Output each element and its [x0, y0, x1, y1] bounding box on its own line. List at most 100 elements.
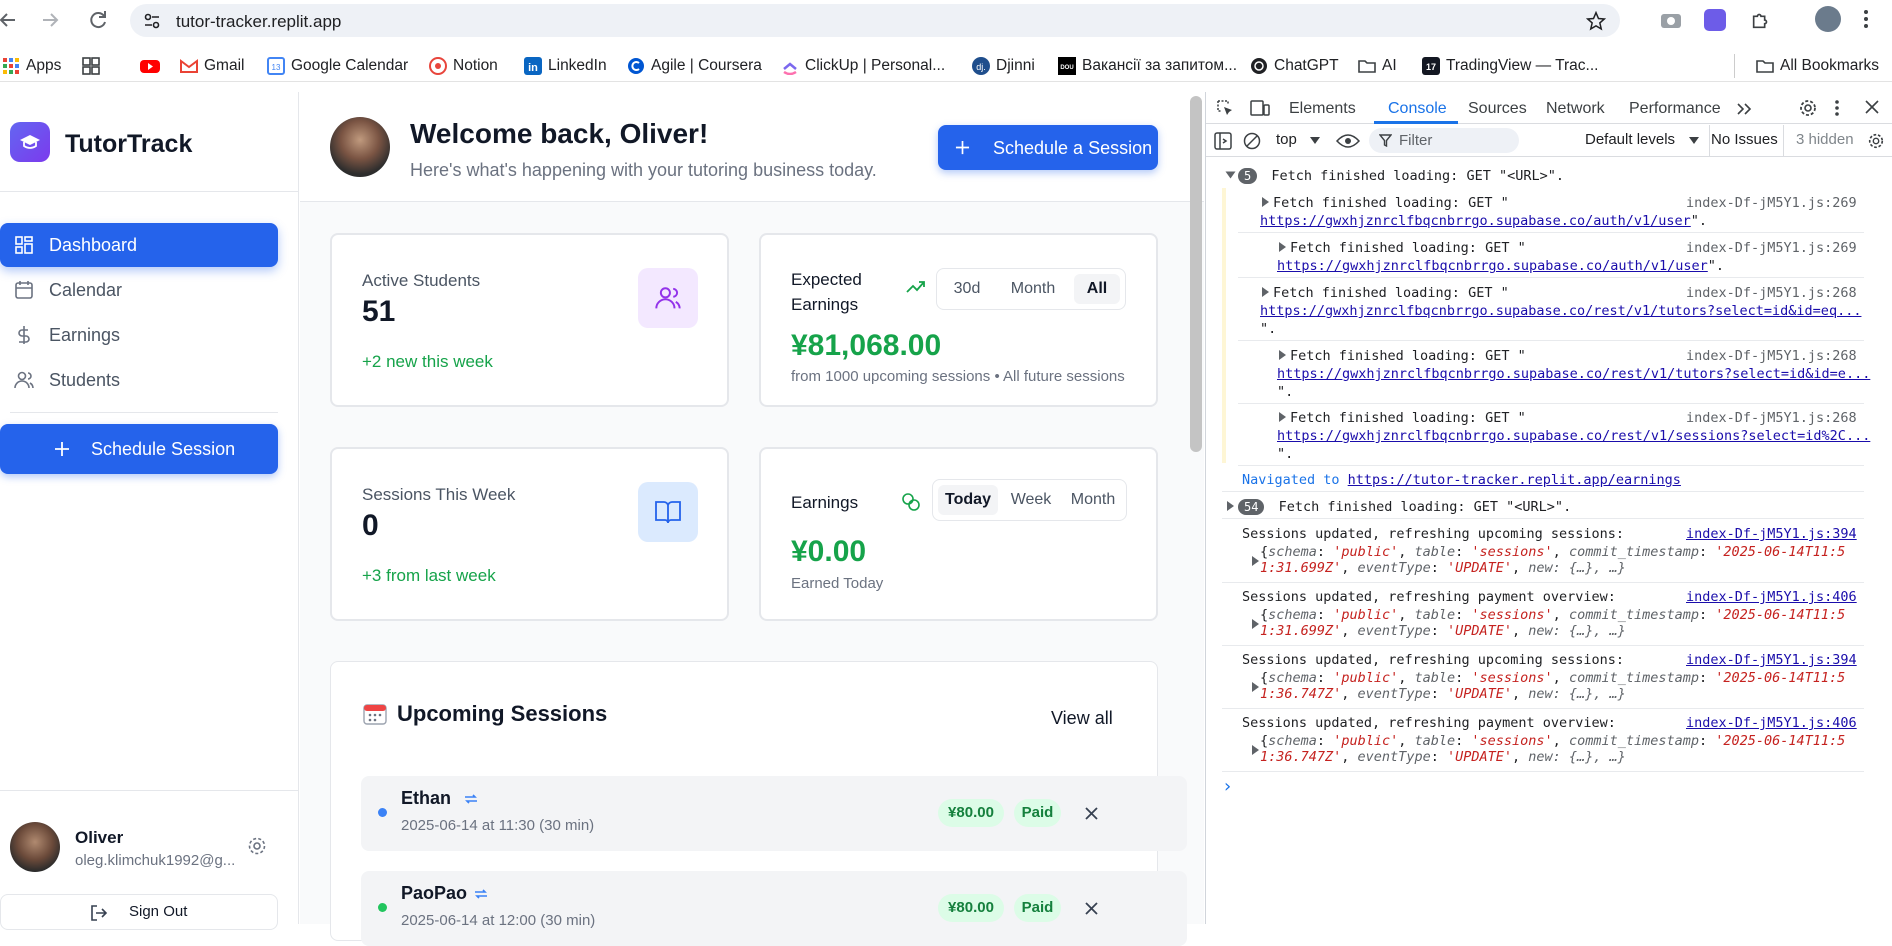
live-expression-eye-icon[interactable] — [1336, 133, 1360, 149]
console-settings-gear-icon[interactable] — [1867, 132, 1885, 150]
reload-icon[interactable] — [86, 8, 110, 32]
source-link[interactable]: index-Df-jM5Y1.js:394 — [1686, 526, 1857, 542]
tab-console[interactable]: Console — [1388, 100, 1447, 118]
source-link[interactable]: index-Df-jM5Y1.js:268 — [1686, 410, 1857, 426]
console-prompt[interactable]: › — [1222, 776, 1233, 797]
range-30d[interactable]: 30d — [942, 274, 992, 304]
source-link[interactable]: index-Df-jM5Y1.js:269 — [1686, 195, 1857, 211]
bookmark-tab-groups[interactable] — [82, 56, 104, 76]
object-preview[interactable]: {schema: 'public', table: 'sessions', co… — [1252, 607, 1845, 639]
sidebar-item-dashboard[interactable]: Dashboard — [0, 223, 278, 267]
expand-arrow-icon — [1279, 242, 1286, 252]
sidebar-item-calendar[interactable]: Calendar — [0, 268, 278, 312]
console-message[interactable]: Fetch finished loading: GET " — [1279, 410, 1526, 426]
close-icon[interactable] — [1084, 901, 1099, 916]
tab-network[interactable]: Network — [1546, 100, 1605, 118]
app-logo[interactable] — [10, 122, 50, 162]
camera-icon[interactable] — [1660, 10, 1682, 30]
context-select[interactable]: top — [1276, 131, 1324, 151]
console-message[interactable]: Fetch finished loading: GET " — [1262, 195, 1509, 211]
source-link[interactable]: index-Df-jM5Y1.js:394 — [1686, 652, 1857, 668]
range-all[interactable]: All — [1074, 274, 1120, 304]
bookmark-notion[interactable]: Notion — [429, 56, 509, 76]
object-preview[interactable]: {schema: 'public', table: 'sessions', co… — [1252, 733, 1845, 765]
tab-performance[interactable]: Performance — [1629, 100, 1721, 118]
close-icon[interactable] — [1865, 100, 1879, 114]
schedule-session-button[interactable]: Schedule Session — [0, 424, 278, 474]
profile-avatar[interactable] — [1815, 6, 1841, 32]
address-bar[interactable]: tutor-tracker.replit.app — [130, 4, 1620, 37]
close-icon[interactable] — [1084, 806, 1099, 821]
session-row[interactable]: Ethan 2025-06-14 at 11:30 (30 min) ¥80.0… — [361, 776, 1187, 851]
log-levels-select[interactable]: Default levels — [1585, 131, 1699, 148]
object-preview[interactable]: {schema: 'public', table: 'sessions', co… — [1252, 670, 1845, 702]
request-url-link[interactable]: https://gwxhjznrclfbqcnbrrgo.supabase.co… — [1260, 303, 1861, 319]
source-link[interactable]: index-Df-jM5Y1.js:406 — [1686, 715, 1857, 731]
issues-counter[interactable]: No Issues — [1711, 131, 1778, 148]
page-scrollbar[interactable] — [1190, 96, 1202, 452]
bookmark-apps[interactable]: Apps — [2, 56, 72, 76]
inspect-element-icon[interactable] — [1216, 99, 1234, 117]
device-toolbar-icon[interactable] — [1250, 99, 1270, 117]
bookmark-dou[interactable]: DOU Вакансії за запитом... — [1058, 56, 1238, 76]
request-url-link[interactable]: https://gwxhjznrclfbqcnbrrgo.supabase.co… — [1260, 213, 1691, 229]
row-separator — [1222, 582, 1864, 583]
extensions-puzzle-icon[interactable] — [1750, 9, 1772, 31]
sidebar-item-earnings[interactable]: Earnings — [0, 313, 278, 357]
browser-menu-icon[interactable] — [1862, 8, 1870, 30]
source-link[interactable]: index-Df-jM5Y1.js:268 — [1686, 285, 1857, 301]
tab-sources[interactable]: Sources — [1468, 100, 1527, 118]
source-link[interactable]: index-Df-jM5Y1.js:269 — [1686, 240, 1857, 256]
main-content: Welcome back, Oliver! Here's what's happ… — [300, 92, 1204, 946]
devtools-menu-icon[interactable] — [1834, 98, 1840, 118]
view-all-link[interactable]: View all — [1051, 708, 1113, 729]
bookmark-chatgpt[interactable]: ChatGPT — [1250, 56, 1350, 76]
row-separator — [1238, 277, 1864, 278]
range-week[interactable]: Week — [1001, 485, 1061, 515]
console-filter-input[interactable]: Filter — [1369, 128, 1519, 153]
forward-icon[interactable] — [38, 8, 62, 32]
sign-out-button[interactable]: Sign Out — [0, 894, 278, 930]
more-tabs-icon[interactable] — [1736, 102, 1752, 116]
sidebar-item-students[interactable]: Students — [0, 358, 278, 402]
site-info-icon[interactable] — [142, 11, 162, 31]
bookmark-djinni[interactable]: dj. Djinni — [972, 56, 1042, 76]
source-link[interactable]: index-Df-jM5Y1.js:268 — [1686, 348, 1857, 364]
url-text[interactable]: tutor-tracker.replit.app — [176, 12, 341, 32]
bookmark-coursera[interactable]: Agile | Coursera — [627, 56, 767, 76]
request-url-link[interactable]: https://gwxhjznrclfbqcnbrrgo.supabase.co… — [1277, 428, 1870, 444]
range-month[interactable]: Month — [997, 274, 1069, 304]
sidebar-toggle-icon[interactable] — [1214, 132, 1232, 150]
request-url-link[interactable]: https://gwxhjznrclfbqcnbrrgo.supabase.co… — [1277, 258, 1708, 274]
bookmark-folder-ai[interactable]: AI — [1358, 56, 1408, 76]
bookmark-youtube[interactable] — [140, 56, 162, 76]
navigated-url-link[interactable]: https://tutor-tracker.replit.app/earning… — [1348, 472, 1681, 488]
settings-gear-icon[interactable] — [247, 836, 267, 856]
bookmark-linkedin[interactable]: in LinkedIn — [524, 56, 614, 76]
session-row[interactable]: PaoPao 2025-06-14 at 12:00 (30 min) ¥80.… — [361, 871, 1187, 946]
bookmark-clickup[interactable]: ClickUp | Personal... — [781, 56, 945, 76]
tab-elements[interactable]: Elements — [1289, 100, 1356, 118]
bookmark-tradingview[interactable]: 17 TradingView — Trac... — [1422, 56, 1602, 76]
console-message[interactable]: Fetch finished loading: GET " — [1279, 240, 1526, 256]
extension-icon[interactable] — [1704, 9, 1726, 31]
request-url-link[interactable]: https://gwxhjznrclfbqcnbrrgo.supabase.co… — [1277, 366, 1870, 382]
console-message[interactable]: Fetch finished loading: GET " — [1262, 285, 1509, 301]
user-name: Oliver — [75, 828, 124, 847]
console-group-message[interactable]: 5 Fetch finished loading: GET "<URL>". — [1225, 168, 1564, 184]
range-today[interactable]: Today — [938, 485, 998, 515]
console-message[interactable]: Fetch finished loading: GET " — [1279, 348, 1526, 364]
object-preview[interactable]: {schema: 'public', table: 'sessions', co… — [1252, 544, 1845, 576]
bookmark-gmail[interactable]: Gmail — [180, 56, 260, 76]
user-avatar[interactable] — [10, 822, 60, 872]
schedule-a-session-button[interactable]: Schedule a Session — [938, 125, 1158, 170]
back-icon[interactable] — [0, 8, 20, 32]
bookmark-google-calendar[interactable]: 13 Google Calendar — [267, 56, 417, 76]
settings-gear-icon[interactable] — [1798, 98, 1818, 118]
clear-console-icon[interactable] — [1243, 132, 1261, 150]
all-bookmarks[interactable]: All Bookmarks — [1756, 56, 1892, 76]
range-month[interactable]: Month — [1063, 485, 1123, 515]
source-link[interactable]: index-Df-jM5Y1.js:406 — [1686, 589, 1857, 605]
console-group-message[interactable]: 54 Fetch finished loading: GET "<URL>". — [1227, 499, 1571, 515]
bookmark-star-icon[interactable] — [1586, 11, 1606, 31]
